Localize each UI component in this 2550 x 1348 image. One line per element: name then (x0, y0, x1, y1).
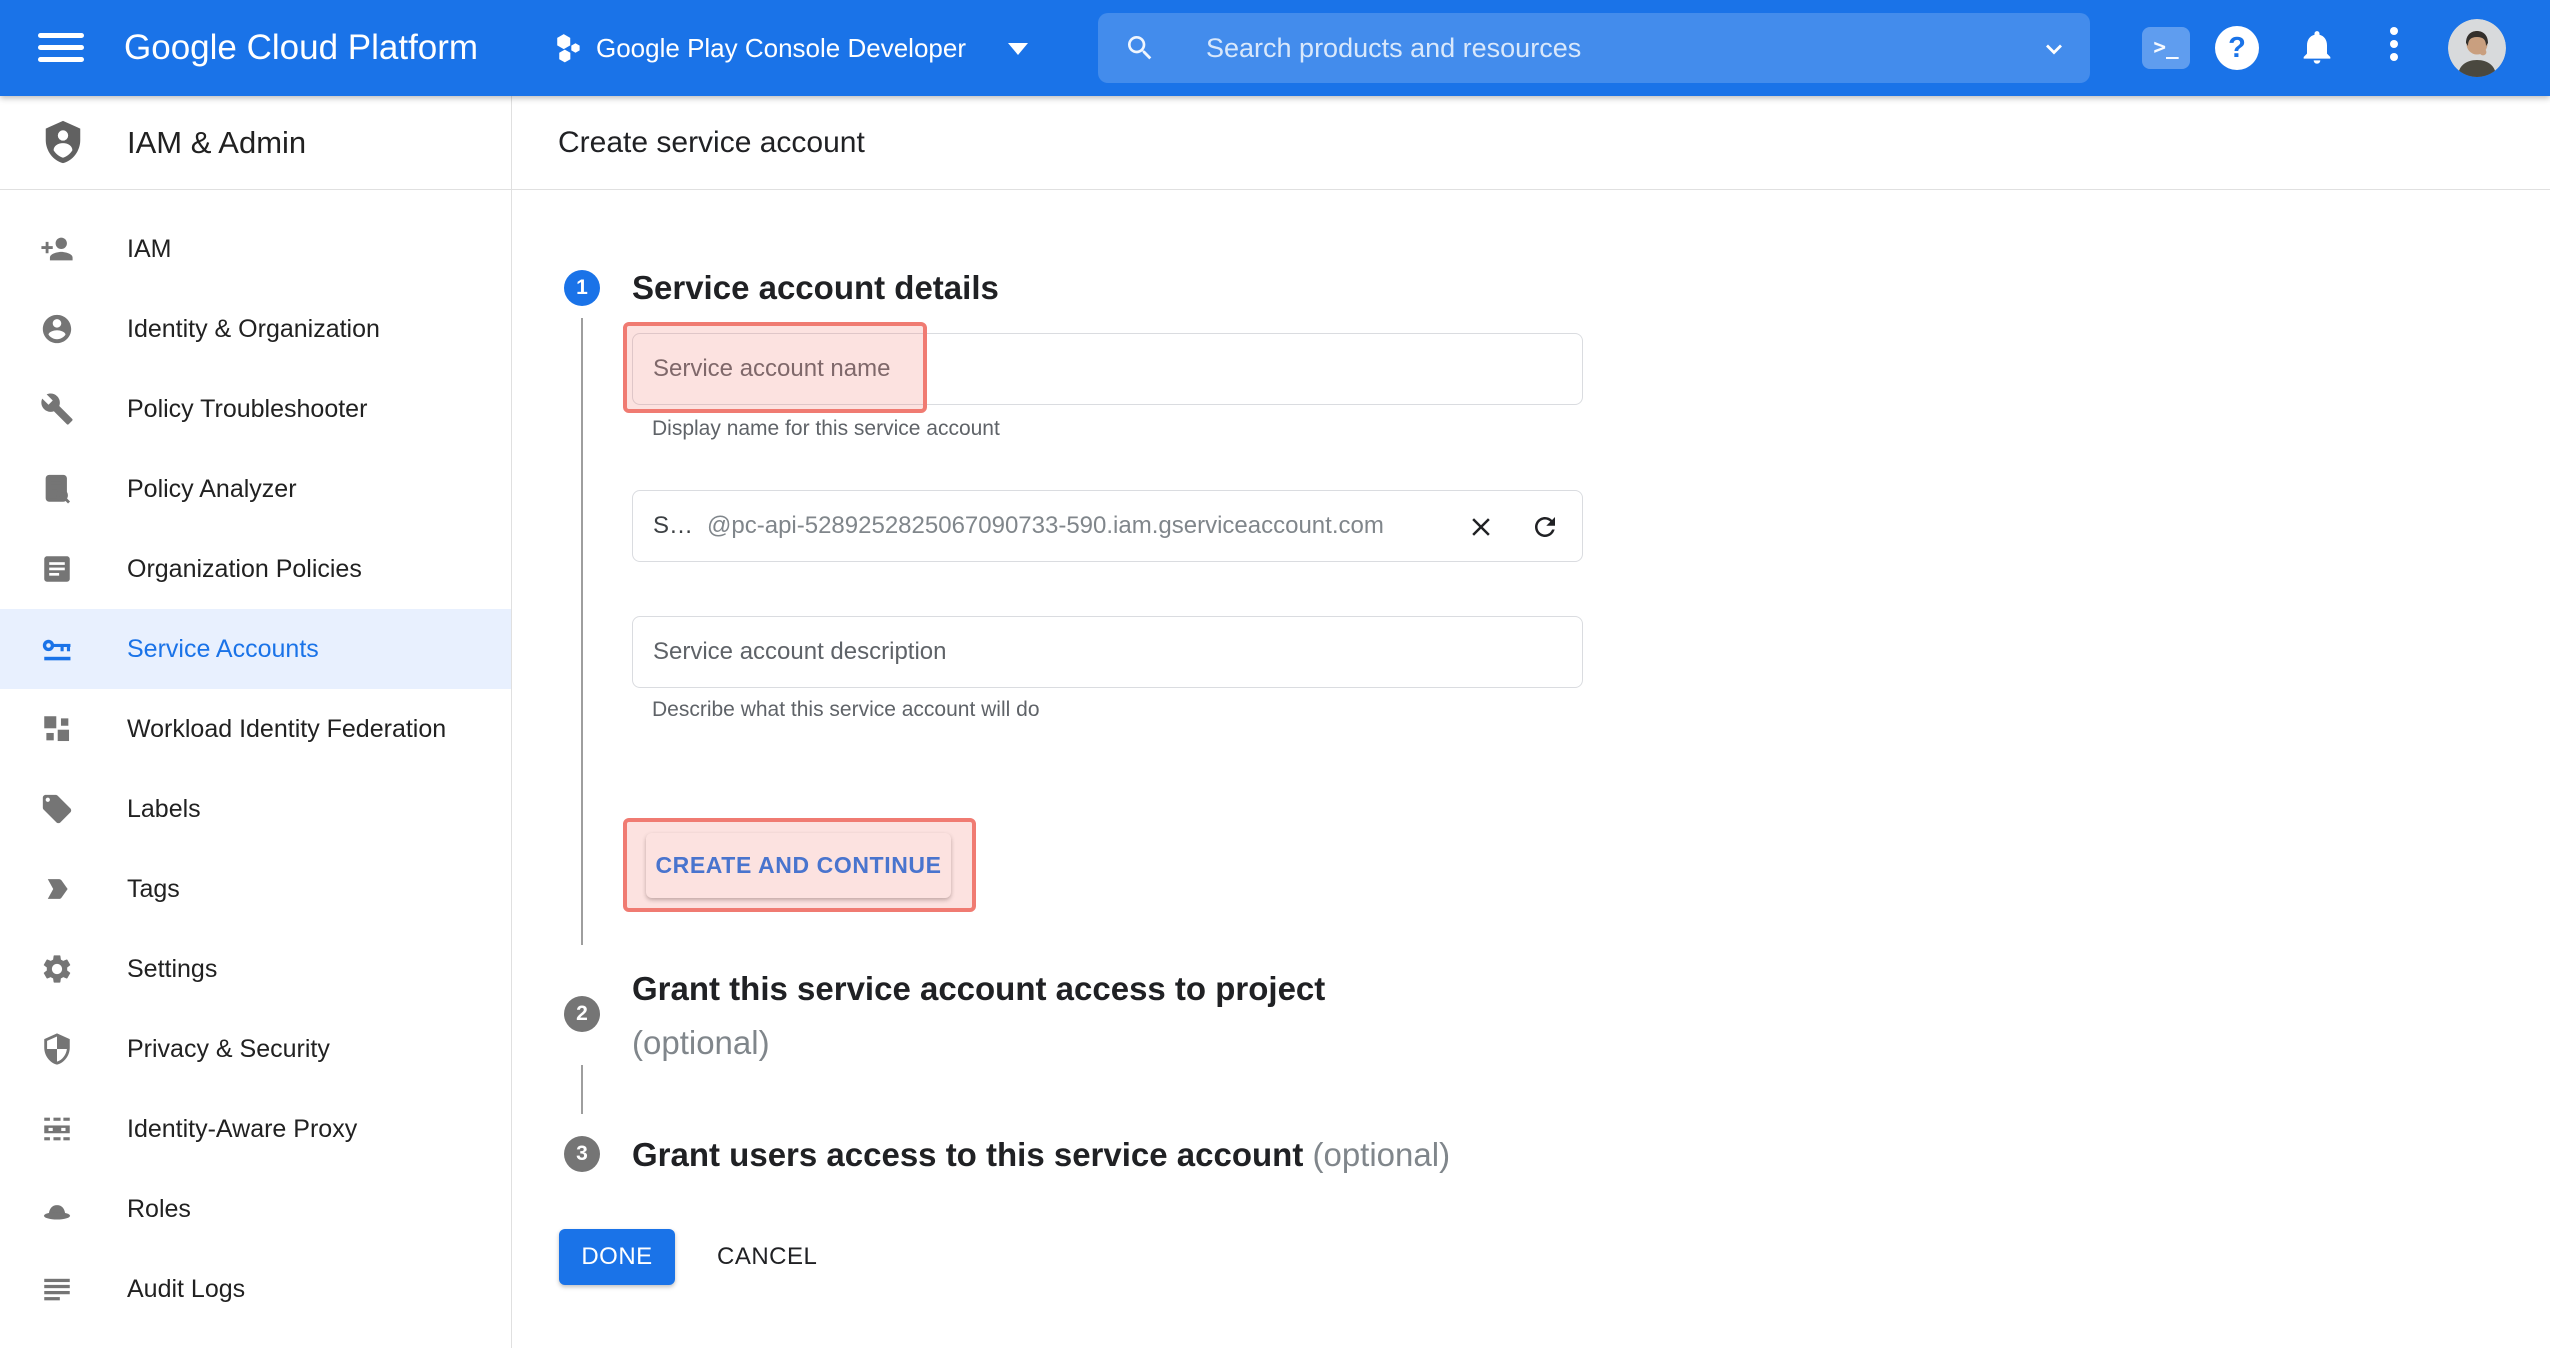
sidebar-title: IAM & Admin (127, 96, 306, 190)
sidebar-item-label: Settings (127, 955, 217, 984)
squares-icon (40, 712, 74, 746)
step-1-title: Service account details (632, 261, 999, 315)
gcp-console-window: Google Cloud Platform Google Play Consol… (0, 0, 2550, 1348)
search-input[interactable]: Search products and resources (1206, 13, 1581, 83)
label-arrow-icon (40, 872, 74, 906)
sidebar-item-roles[interactable]: Roles (0, 1169, 511, 1249)
project-selector[interactable]: Google Play Console Developer (596, 0, 966, 96)
sidebar-item-label: Roles (127, 1195, 191, 1224)
step-2-badge: 2 (564, 996, 600, 1032)
cancel-button[interactable]: CANCEL (717, 1229, 817, 1285)
sidebar-item-workload-identity-federation[interactable]: Workload Identity Federation (0, 689, 511, 769)
step-2-title-text: Grant this service account access to pro… (632, 970, 1325, 1007)
sidebar-item-policy-troubleshooter[interactable]: Policy Troubleshooter (0, 369, 511, 449)
sidebar-item-labels[interactable]: Labels (0, 769, 511, 849)
project-caret-icon[interactable] (1008, 43, 1028, 55)
sidebar-header: IAM & Admin (0, 96, 511, 190)
step-2-title: Grant this service account access to pro… (632, 962, 1325, 1070)
sidebar-item-label: Identity-Aware Proxy (127, 1115, 357, 1144)
page-header: Create service account (512, 96, 2550, 190)
sidebar-item-service-accounts[interactable]: Service Accounts (0, 609, 511, 689)
more-vert-icon[interactable] (2390, 27, 2398, 66)
top-app-bar: Google Cloud Platform Google Play Consol… (0, 0, 2550, 96)
sidebar-item-label: Identity & Organization (127, 315, 380, 344)
chevron-down-icon[interactable] (2040, 35, 2068, 63)
sidebar-item-identity-aware-proxy[interactable]: Identity-Aware Proxy (0, 1089, 511, 1169)
sidebar-item-label: Privacy & Security (127, 1035, 330, 1064)
step-3-badge: 3 (564, 1136, 600, 1172)
refresh-icon[interactable] (1530, 512, 1560, 542)
step-2-optional-text: (optional) (632, 1024, 770, 1061)
sidebar-item-label: Audit Logs (127, 1275, 245, 1304)
sidebar-item-settings[interactable]: Settings (0, 929, 511, 1009)
wrench-icon (40, 392, 74, 426)
done-button[interactable]: DONE (559, 1229, 675, 1285)
sidebar-item-identity-organization[interactable]: Identity & Organization (0, 289, 511, 369)
step-1-badge: 1 (564, 270, 600, 306)
step-3-title: Grant users access to this service accou… (632, 1128, 1450, 1182)
create-and-continue-button[interactable]: CREATE AND CONTINUE (646, 833, 951, 898)
id-domain-suffix: @pc-api-5289252825067090733-590.iam.gser… (707, 512, 1384, 540)
sidebar-item-label: Labels (127, 795, 201, 824)
name-helper-text: Display name for this service account (652, 417, 1000, 441)
service-account-id-field[interactable]: S… @pc-api-5289252825067090733-590.iam.g… (632, 490, 1583, 562)
sidebar-item-privacy-security[interactable]: Privacy & Security (0, 1009, 511, 1089)
clear-icon[interactable] (1466, 512, 1496, 542)
sidebar-item-label: Workload Identity Federation (127, 715, 446, 744)
service-account-name-input[interactable] (632, 333, 1583, 405)
step-3-optional-text: (optional) (1312, 1136, 1450, 1173)
document-search-icon (40, 472, 74, 506)
help-icon[interactable]: ? (2215, 26, 2259, 70)
avatar[interactable] (2448, 19, 2506, 77)
document-lines-icon (40, 552, 74, 586)
account-circle-icon (40, 312, 74, 346)
search-bar[interactable]: Search products and resources (1098, 13, 2090, 83)
gcp-logo[interactable]: Google Cloud Platform (124, 0, 478, 96)
create-service-account-form: 1 Service account details Display name f… (512, 190, 2550, 1348)
search-icon (1124, 32, 1156, 64)
sidebar-item-label: Policy Troubleshooter (127, 395, 367, 424)
stepper-connector-line (581, 1065, 583, 1114)
sidebar-item-tags[interactable]: Tags (0, 849, 511, 929)
tag-icon (40, 792, 74, 826)
sidebar: IAM & Admin IAM Identity & Organization … (0, 96, 512, 1348)
sidebar-item-organization-policies[interactable]: Organization Policies (0, 529, 511, 609)
person-add-icon (40, 232, 74, 266)
main-content: Create service account 1 Service account… (512, 96, 2550, 1348)
key-icon (40, 632, 74, 666)
sidebar-item-label: Service Accounts (127, 635, 319, 664)
sidebar-nav: IAM Identity & Organization Policy Troub… (0, 190, 511, 1329)
id-value-truncated: S… (653, 512, 693, 540)
shield-half-icon (40, 1032, 74, 1066)
service-account-description-input[interactable] (632, 616, 1583, 688)
gear-icon (40, 952, 74, 986)
sidebar-item-label: Organization Policies (127, 555, 362, 584)
description-helper-text: Describe what this service account will … (652, 698, 1040, 722)
sidebar-item-label: IAM (127, 235, 171, 264)
notifications-bell-icon[interactable] (2297, 27, 2337, 67)
hat-icon (40, 1192, 74, 1226)
page-title: Create service account (558, 96, 865, 190)
step-3-title-text: Grant users access to this service accou… (632, 1136, 1303, 1173)
sidebar-item-policy-analyzer[interactable]: Policy Analyzer (0, 449, 511, 529)
sidebar-item-audit-logs[interactable]: Audit Logs (0, 1249, 511, 1329)
shield-person-icon (40, 119, 86, 165)
cloud-shell-icon[interactable]: >_ (2142, 27, 2190, 69)
menu-icon[interactable] (38, 33, 84, 63)
sidebar-item-iam[interactable]: IAM (0, 209, 511, 289)
stepper-connector-line (581, 318, 583, 945)
proxy-banner-icon (40, 1112, 74, 1146)
list-lines-icon (40, 1272, 74, 1306)
sidebar-item-label: Policy Analyzer (127, 475, 297, 504)
sidebar-item-label: Tags (127, 875, 180, 904)
project-hexagons-icon (552, 32, 584, 64)
